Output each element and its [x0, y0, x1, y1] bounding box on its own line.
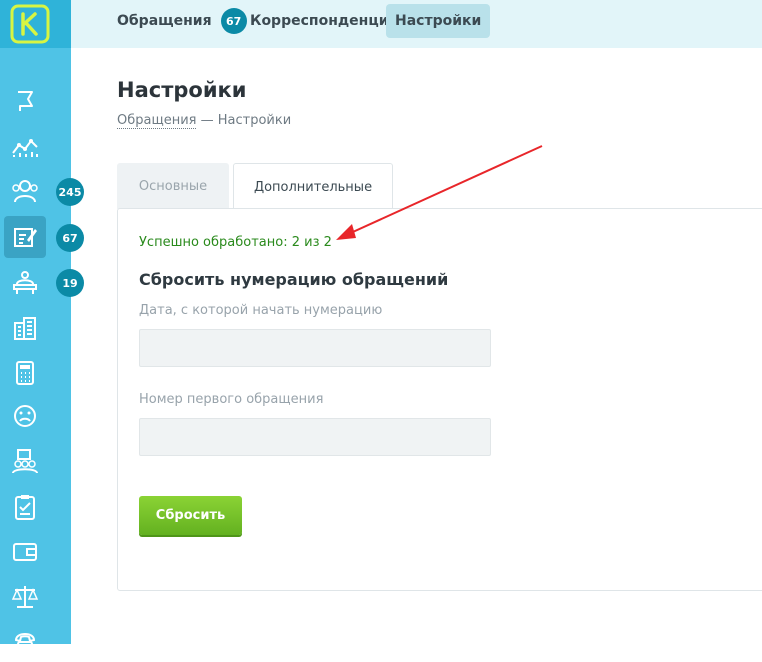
breadcrumb: Обращения — Настройки	[117, 113, 292, 129]
sidebar-item-checklist[interactable]	[4, 486, 46, 528]
staff-icon	[12, 449, 38, 474]
sidebar-badge-requests: 67	[56, 224, 84, 252]
reception-icon	[13, 271, 37, 294]
sidebar: 245 67 19	[0, 0, 84, 651]
sidebar-item-calculator[interactable]	[4, 352, 46, 394]
sidebar-item-reception[interactable]	[4, 262, 46, 304]
success-message: Успешно обработано: 2 из 2	[139, 235, 332, 250]
requests-icon	[14, 228, 37, 247]
logo[interactable]	[0, 0, 71, 48]
sidebar-item-clients[interactable]	[4, 170, 46, 212]
analytics-icon	[12, 139, 38, 157]
buildings-icon	[14, 317, 36, 340]
flag-icon	[18, 91, 33, 111]
topnav-requests-label: Обращения	[117, 13, 212, 29]
sidebar-item-buildings[interactable]	[4, 307, 46, 349]
topnav-requests[interactable]: Обращения 67	[108, 4, 256, 38]
scales-icon	[11, 586, 39, 608]
number-field[interactable]	[139, 418, 491, 456]
calculator-icon	[16, 361, 34, 385]
sidebar-item-wallet[interactable]	[4, 530, 46, 572]
wallet-icon	[13, 543, 37, 561]
breadcrumb-link-requests[interactable]: Обращения	[117, 113, 197, 129]
topnav-correspondence[interactable]: Корреспонденция	[241, 4, 407, 38]
tab-main[interactable]: Основные	[117, 163, 229, 209]
sidebar-badge-clients: 245	[56, 178, 84, 206]
section-title: Сбросить нумерацию обращений	[139, 270, 449, 289]
sad-face-icon	[14, 405, 36, 427]
sidebar-item-complaints[interactable]	[4, 395, 46, 437]
annotation-arrow-icon	[336, 145, 543, 240]
sidebar-item-phone[interactable]	[4, 620, 46, 662]
breadcrumb-separator: —	[200, 113, 214, 128]
sidebar-item-requests[interactable]	[4, 216, 46, 258]
sidebar-badge-reception: 19	[56, 269, 84, 297]
topnav-correspondence-label: Корреспонденция	[250, 13, 398, 29]
breadcrumb-current: Настройки	[217, 113, 292, 128]
page-title: Настройки	[117, 78, 247, 102]
checklist-icon	[15, 495, 35, 520]
date-field[interactable]	[139, 329, 491, 367]
number-field-label: Номер первого обращения	[139, 392, 324, 407]
sidebar-item-staff[interactable]	[4, 440, 46, 482]
reset-button[interactable]: Сбросить	[139, 496, 242, 535]
logo-icon	[10, 4, 50, 44]
topnav-settings[interactable]: Настройки	[386, 4, 491, 38]
clients-icon	[12, 180, 38, 203]
phone-icon	[14, 633, 36, 651]
top-navigation: Обращения 67 Корреспонденция Настройки	[71, 0, 762, 48]
sidebar-item-flag[interactable]	[4, 80, 46, 122]
sidebar-item-legal[interactable]	[4, 575, 46, 617]
date-field-label: Дата, с которой начать нумерацию	[139, 303, 383, 318]
topnav-settings-label: Настройки	[395, 13, 482, 29]
sidebar-item-analytics[interactable]	[4, 126, 46, 168]
